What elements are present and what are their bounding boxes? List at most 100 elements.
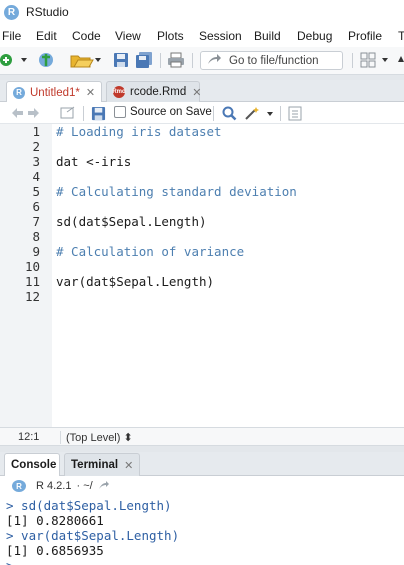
r-version: R 4.2.1	[36, 480, 72, 492]
line-number: 1	[32, 124, 40, 139]
goto-directory-icon[interactable]	[98, 480, 110, 493]
toolbar-separator	[280, 106, 281, 121]
code-tools-wand-icon[interactable]	[244, 105, 274, 121]
console-output-line: [1] 0.8280661	[6, 513, 104, 528]
tab-rcode-rmd[interactable]: Rmd rcode.Rmd ✕	[106, 81, 201, 102]
code-line[interactable]: 12	[0, 289, 404, 304]
code-text: var(dat$Sepal.Length)	[56, 274, 215, 289]
save-icon[interactable]	[90, 105, 106, 121]
close-icon[interactable]: ✕	[124, 459, 133, 472]
tab-console[interactable]: Console	[4, 453, 60, 476]
close-icon[interactable]: ✕	[192, 86, 201, 99]
save-icon[interactable]	[112, 52, 130, 68]
menu-edit[interactable]: Edit	[36, 29, 57, 43]
console-output-line: [1] 0.6856935	[6, 543, 104, 558]
code-text: sd(dat$Sepal.Length)	[56, 214, 207, 229]
toolbar-separator	[83, 106, 84, 121]
tab-terminal[interactable]: Terminal ✕	[64, 453, 140, 476]
source-on-save-label: Source on Save	[130, 106, 212, 118]
grid-layout-icon[interactable]	[360, 52, 392, 68]
goto-file-function-input[interactable]: Go to file/function	[200, 51, 343, 70]
new-file-icon[interactable]	[0, 52, 28, 68]
source-on-save-toggle[interactable]: Source on Save	[114, 106, 212, 118]
source-on-save-checkbox[interactable]	[114, 106, 126, 118]
code-line[interactable]: 8	[0, 229, 404, 244]
code-line[interactable]: 9 # Calculation of variance	[0, 244, 404, 259]
menu-bar: File Edit Code View Plots Session Build …	[0, 26, 404, 46]
editor-toolbar: Source on Save	[0, 102, 404, 124]
code-line[interactable]: 6	[0, 199, 404, 214]
console-tab-bar: Console Terminal ✕	[0, 452, 404, 476]
menu-plots[interactable]: Plots	[157, 29, 184, 43]
line-number: 12	[24, 289, 40, 304]
save-all-icon[interactable]	[134, 52, 154, 68]
line-number: 7	[32, 214, 40, 229]
line-number: 9	[32, 244, 40, 259]
cursor-position: 12:1	[18, 431, 40, 443]
goto-arrow-icon	[207, 53, 221, 68]
open-file-icon[interactable]	[70, 52, 102, 68]
open-project-icon[interactable]	[38, 52, 62, 68]
tab-label: rcode.Rmd	[130, 86, 187, 98]
tab-label: Console	[11, 459, 57, 471]
console-output[interactable]: > sd(dat$Sepal.Length) [1] 0.8280661 > var…	[0, 496, 404, 565]
editor-status-bar: 12:1 (Top Level) ⬍	[0, 427, 404, 446]
window-title: RStudio	[26, 5, 69, 19]
menu-build[interactable]: Build	[254, 29, 281, 43]
menu-view[interactable]: View	[115, 29, 141, 43]
code-text: dat <-iris	[56, 154, 132, 169]
console-input-line: >	[6, 558, 21, 565]
menu-profile[interactable]: Profile	[348, 29, 382, 43]
scope-selector[interactable]: (Top Level) ⬍	[60, 431, 133, 444]
menu-code[interactable]: Code	[72, 29, 101, 43]
rmd-file-icon: Rmd	[112, 86, 126, 98]
tab-untitled1[interactable]: R Untitled1* ✕	[6, 81, 102, 103]
back-arrow-icon[interactable]	[10, 105, 24, 121]
menu-debug[interactable]: Debug	[297, 29, 332, 43]
editor-tab-bar: R Untitled1* ✕ Rmd rcode.Rmd ✕	[0, 80, 404, 103]
compile-report-icon[interactable]	[287, 105, 303, 121]
toolbar-separator	[352, 53, 353, 68]
tab-label: Untitled1*	[30, 86, 80, 99]
line-number: 2	[32, 139, 40, 154]
line-number: 3	[32, 154, 40, 169]
toolbar-separator	[160, 53, 161, 68]
title-bar: R RStudio	[0, 0, 404, 24]
toolbar-separator	[192, 53, 193, 68]
code-text: # Loading iris dataset	[56, 124, 222, 139]
show-in-window-icon[interactable]	[60, 105, 76, 121]
addins-icon[interactable]	[396, 52, 404, 68]
main-toolbar: Go to file/function	[0, 47, 404, 75]
code-line[interactable]: 4	[0, 169, 404, 184]
close-icon[interactable]: ✕	[86, 86, 95, 99]
code-line[interactable]: 11 var(dat$Sepal.Length)	[0, 274, 404, 289]
code-editor[interactable]: 1 # Loading iris dataset 2 3 dat <-iris 4 5 # C…	[0, 124, 404, 427]
forward-arrow-icon[interactable]	[27, 105, 41, 121]
console-header: R R 4.2.1 · ~/	[0, 476, 404, 496]
code-line[interactable]: 10	[0, 259, 404, 274]
code-line[interactable]: 7 sd(dat$Sepal.Length)	[0, 214, 404, 229]
line-number: 8	[32, 229, 40, 244]
console-input-line: > var(dat$Sepal.Length)	[6, 528, 180, 543]
print-icon[interactable]	[166, 52, 186, 68]
tab-label: Terminal	[71, 459, 119, 471]
menu-file[interactable]: File	[2, 29, 21, 43]
menu-session[interactable]: Session	[199, 29, 242, 43]
line-number: 10	[24, 259, 40, 274]
code-text: # Calculating standard deviation	[56, 184, 297, 199]
code-line[interactable]: 2	[0, 139, 404, 154]
scope-arrow-icon: ⬍	[123, 432, 133, 444]
line-number: 11	[24, 274, 40, 289]
code-line[interactable]: 1 # Loading iris dataset	[0, 124, 404, 139]
console-input-line: > sd(dat$Sepal.Length)	[6, 498, 172, 513]
search-icon[interactable]	[221, 105, 237, 121]
code-text: # Calculation of variance	[56, 244, 245, 259]
code-line[interactable]: 3 dat <-iris	[0, 154, 404, 169]
menu-tools[interactable]: T	[398, 29, 404, 43]
goto-placeholder: Go to file/function	[229, 54, 319, 67]
working-directory[interactable]: · ~/	[76, 480, 92, 492]
line-number: 6	[32, 199, 40, 214]
code-line[interactable]: 5 # Calculating standard deviation	[0, 184, 404, 199]
r-file-icon: R	[13, 86, 25, 99]
rstudio-logo-icon: R	[4, 4, 19, 20]
